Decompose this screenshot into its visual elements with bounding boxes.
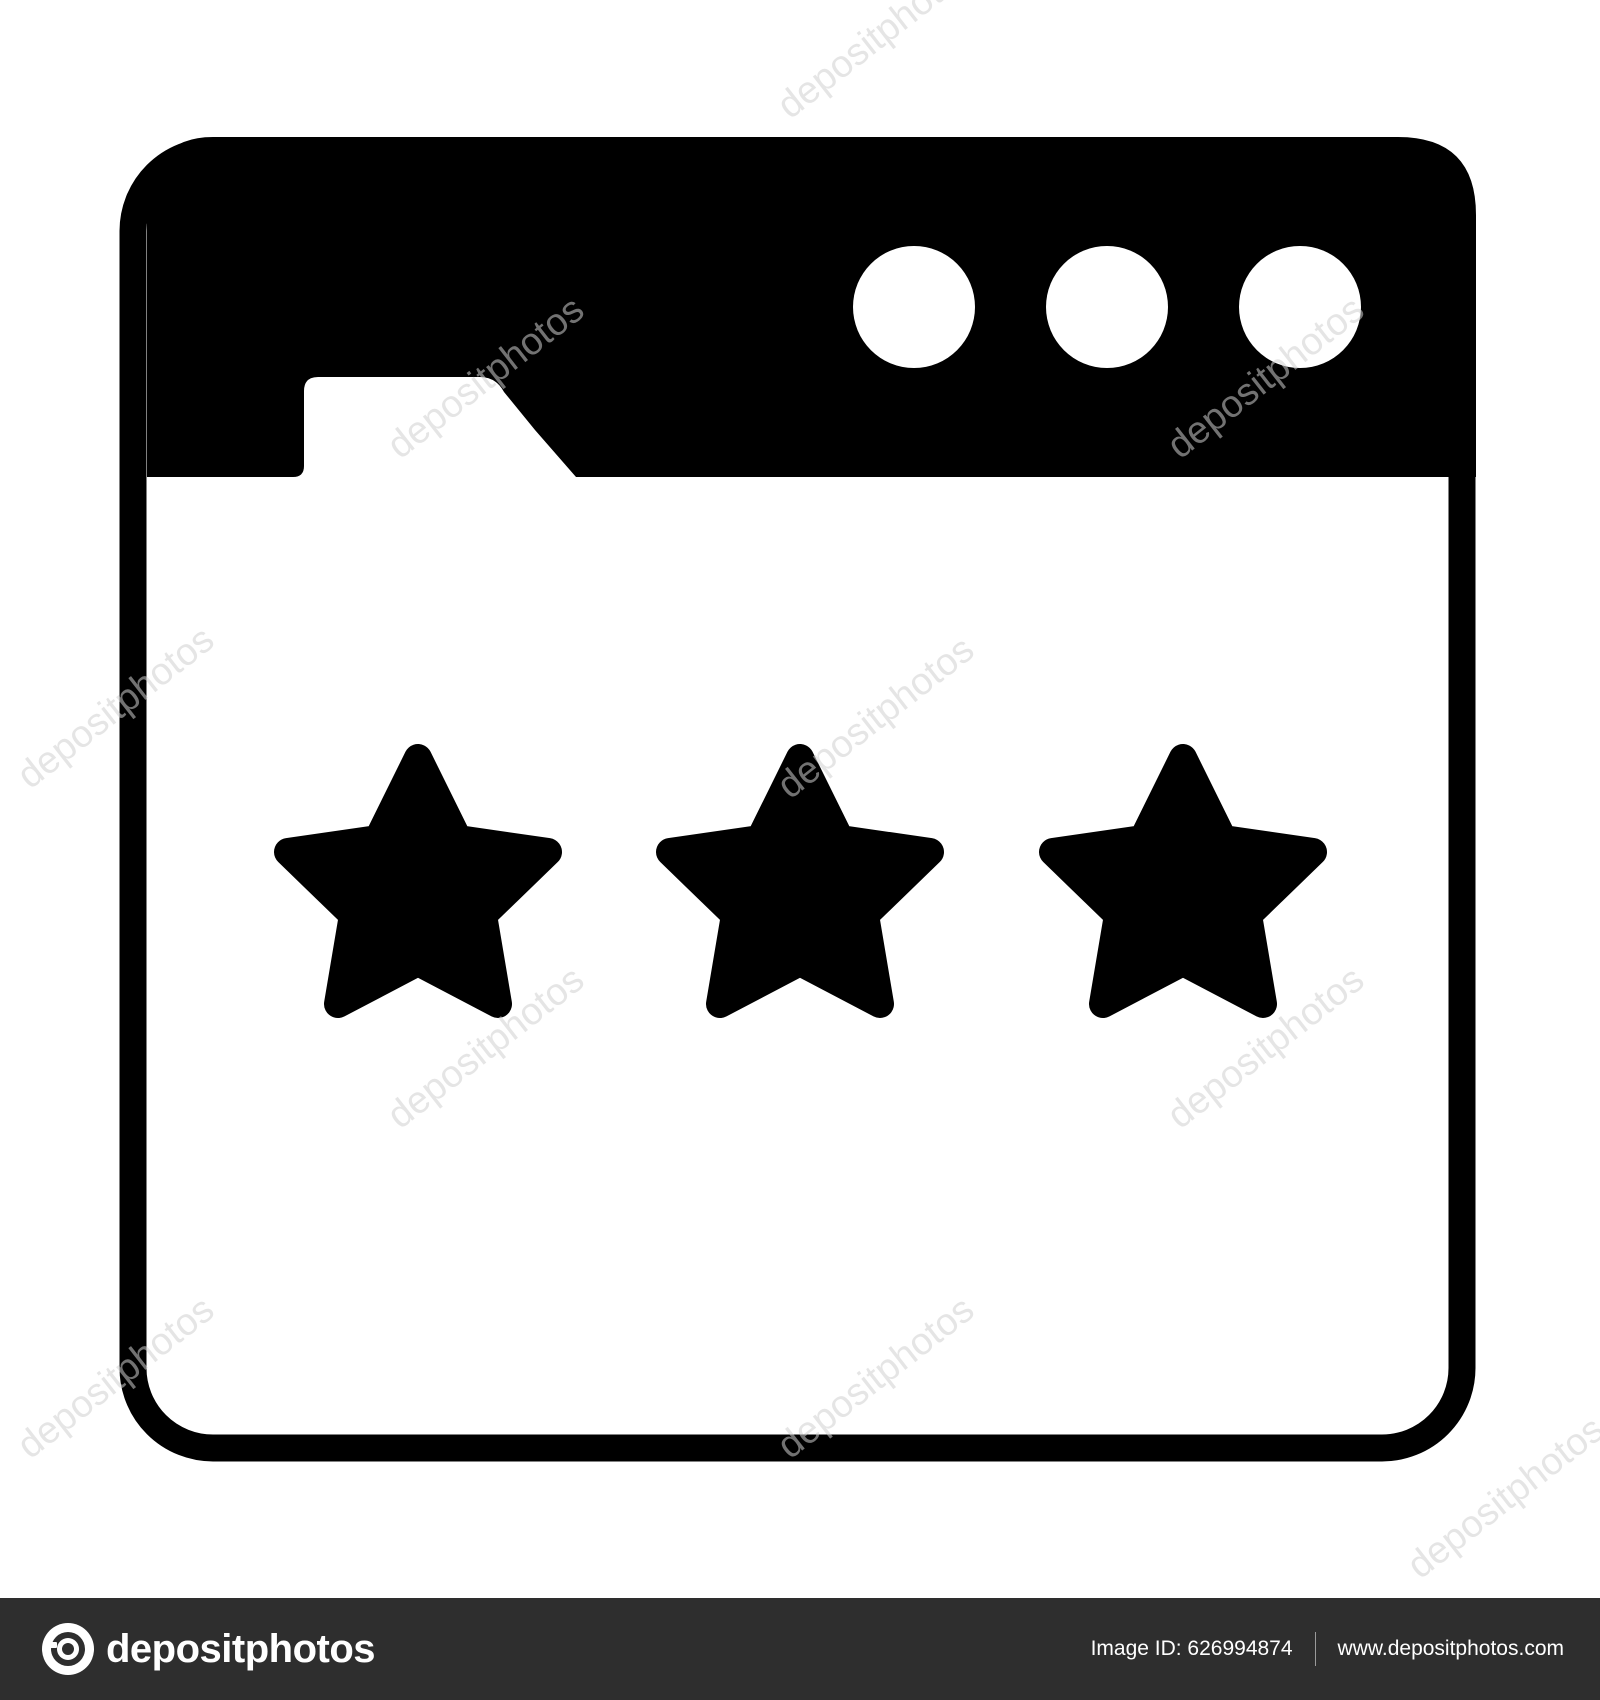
- image-id: Image ID: 626994874: [1090, 1637, 1293, 1660]
- footer-bar: depositphotos Image ID: 626994874 www.de…: [0, 1598, 1600, 1700]
- brand: depositphotos: [40, 1621, 376, 1677]
- window-dot-icon: [1046, 246, 1168, 368]
- brand-name: depositphotos: [106, 1626, 376, 1671]
- meta-divider: [1314, 1632, 1316, 1666]
- window-dot-icon: [853, 246, 975, 368]
- watermark-text: depositphotos: [770, 0, 982, 127]
- browser-folder-rating-icon: depositphotos depositphotos depositphoto…: [10, 0, 1600, 1587]
- camera-logo-icon: [42, 1623, 94, 1675]
- image-meta: Image ID: 626994874 www.depositphotos.co…: [1091, 1632, 1564, 1666]
- stock-image-canvas: depositphotos depositphotos depositphoto…: [0, 0, 1600, 1700]
- site-url[interactable]: www.depositphotos.com: [1338, 1637, 1564, 1661]
